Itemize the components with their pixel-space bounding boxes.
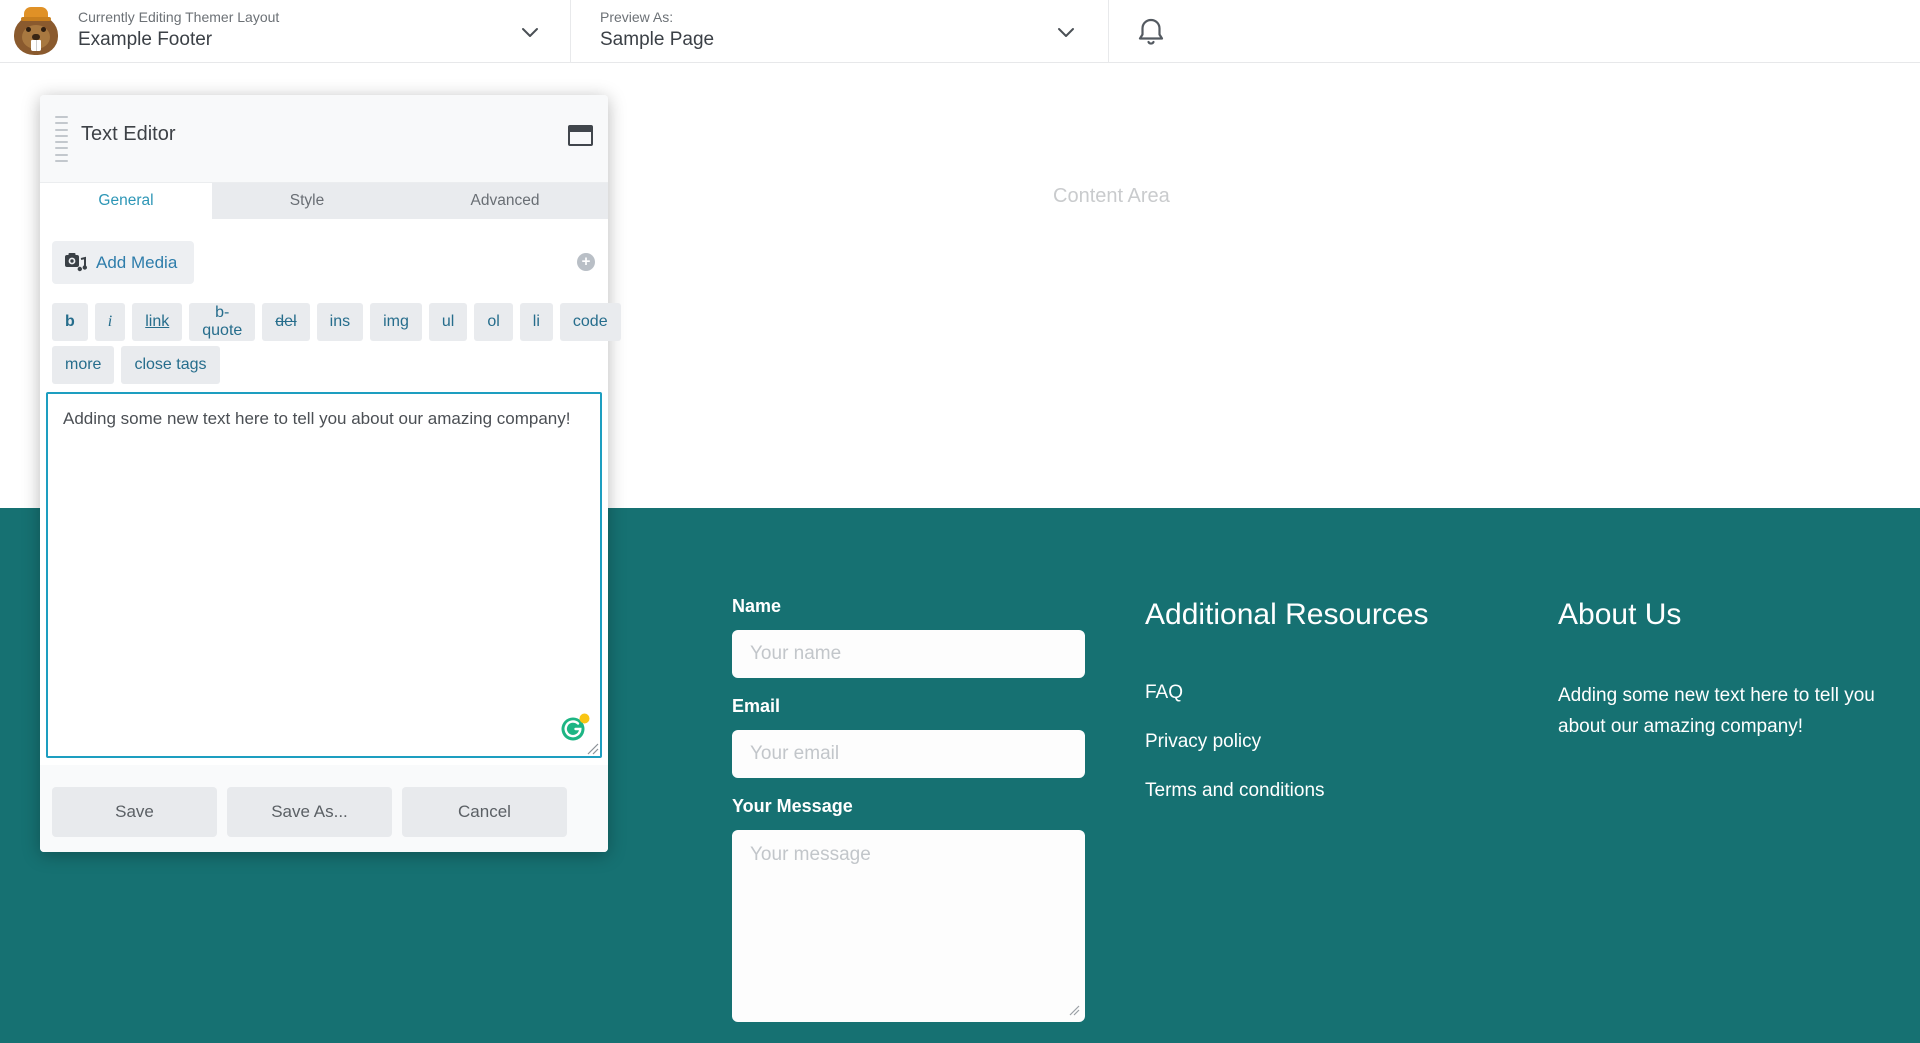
- faq-link[interactable]: FAQ: [1145, 682, 1429, 704]
- chevron-down-icon[interactable]: [521, 27, 539, 39]
- quicktag-li[interactable]: li: [520, 303, 553, 341]
- about-heading: About Us: [1558, 598, 1916, 632]
- quicktags-toolbar-row2: more close tags: [52, 346, 220, 384]
- preview-as-label: Preview As:: [600, 9, 714, 26]
- email-label: Email: [732, 696, 1085, 717]
- text-editor-settings-panel: Text Editor General Style Advanced Add M…: [40, 95, 608, 852]
- quicktag-ol[interactable]: ol: [474, 303, 512, 341]
- quicktag-italic[interactable]: i: [95, 303, 125, 341]
- cancel-button[interactable]: Cancel: [402, 787, 567, 837]
- quicktag-ul[interactable]: ul: [429, 303, 467, 341]
- email-field[interactable]: [732, 730, 1085, 778]
- footer-resources-column: Additional Resources FAQ Privacy policy …: [1145, 598, 1429, 802]
- quicktag-close-tags[interactable]: close tags: [121, 346, 219, 384]
- quicktag-bquote[interactable]: b-quote: [189, 303, 255, 341]
- quicktag-img[interactable]: img: [370, 303, 422, 341]
- panel-tabs: General Style Advanced: [40, 183, 608, 219]
- add-media-label: Add Media: [96, 253, 177, 273]
- divider: [1108, 0, 1109, 63]
- add-media-button[interactable]: Add Media: [52, 241, 194, 284]
- save-button[interactable]: Save: [52, 787, 217, 837]
- preview-as-value: Sample Page: [600, 27, 714, 53]
- quicktags-toolbar-row1: b i link b-quote del ins img ul ol li co…: [52, 303, 621, 341]
- save-as-button[interactable]: Save As...: [227, 787, 392, 837]
- panel-body: Add Media + b i link b-quote del ins img…: [40, 219, 608, 765]
- message-field[interactable]: [732, 830, 1085, 1022]
- footer-about-column: About Us Adding some new text here to te…: [1558, 598, 1916, 742]
- layout-name: Example Footer: [78, 27, 279, 53]
- currently-editing-label: Currently Editing Themer Layout: [78, 9, 279, 26]
- top-bar: Currently Editing Themer Layout Example …: [0, 0, 1920, 63]
- resize-handle-icon[interactable]: [1068, 1004, 1080, 1016]
- divider: [570, 0, 571, 63]
- name-label: Name: [732, 596, 1085, 617]
- name-field[interactable]: [732, 630, 1085, 678]
- privacy-policy-link[interactable]: Privacy policy: [1145, 731, 1429, 753]
- panel-title: Text Editor: [81, 123, 175, 146]
- resize-handle-icon[interactable]: [586, 742, 599, 755]
- notifications-bell-icon[interactable]: [1136, 16, 1166, 48]
- beaver-builder-logo[interactable]: [12, 7, 60, 56]
- quicktag-code[interactable]: code: [560, 303, 621, 341]
- chevron-down-icon[interactable]: [1057, 27, 1075, 39]
- about-text: Adding some new text here to tell you ab…: [1558, 680, 1916, 742]
- text-editor-area: Adding some new text here to tell you ab…: [46, 392, 602, 758]
- resources-heading: Additional Resources: [1145, 598, 1429, 632]
- tab-general[interactable]: General: [40, 183, 212, 219]
- quicktag-ins[interactable]: ins: [317, 303, 363, 341]
- message-label: Your Message: [732, 796, 1085, 817]
- terms-link[interactable]: Terms and conditions: [1145, 780, 1429, 802]
- panel-footer: Save Save As... Cancel: [40, 765, 608, 852]
- tab-style[interactable]: Style: [212, 183, 402, 219]
- drag-handle[interactable]: [55, 116, 68, 162]
- window-pin-icon[interactable]: [568, 125, 593, 146]
- media-camera-icon: [65, 253, 87, 272]
- quicktag-more[interactable]: more: [52, 346, 114, 384]
- quicktag-bold[interactable]: b: [52, 303, 88, 341]
- add-field-plus-icon[interactable]: +: [577, 253, 595, 271]
- quicktag-del[interactable]: del: [262, 303, 309, 341]
- text-editor-textarea[interactable]: Adding some new text here to tell you ab…: [46, 392, 602, 758]
- content-area-placeholder: Content Area: [1053, 185, 1170, 208]
- preview-as-selector[interactable]: Preview As: Sample Page: [600, 9, 714, 53]
- quicktag-link[interactable]: link: [132, 303, 182, 341]
- footer-contact-form: Name Email Your Message: [732, 596, 1085, 1022]
- tab-advanced[interactable]: Advanced: [402, 183, 608, 219]
- panel-header: Text Editor: [40, 95, 608, 183]
- grammarly-icon[interactable]: [559, 712, 591, 744]
- current-layout-selector[interactable]: Currently Editing Themer Layout Example …: [78, 9, 279, 53]
- beaver-builder-editor: Content Area om Name Email Your Message …: [0, 0, 1920, 1043]
